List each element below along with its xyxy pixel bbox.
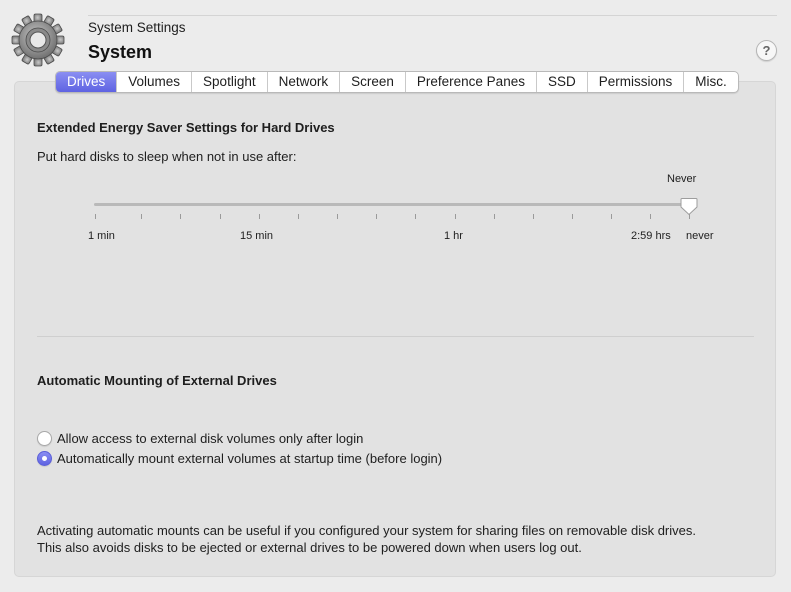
radio-mount-after-login[interactable]: Allow access to external disk volumes on… [37,431,363,446]
radio-button[interactable] [37,431,52,446]
slider-tick [337,214,338,219]
tick-label-never: never [686,230,714,242]
slider-tick [180,214,181,219]
radio-label: Allow access to external disk volumes on… [57,431,364,446]
note-line: This also avoids disks to be ejected or … [37,540,582,555]
slider-tick [220,214,221,219]
slider-tick [415,214,416,219]
slider-tick [533,214,534,219]
slider-tick [572,214,573,219]
slider-tick [376,214,377,219]
slider-tick [141,214,142,219]
slider-tick [494,214,495,219]
slider-tick [259,214,260,219]
slider-value-label: Never [667,173,697,185]
radio-label: Automatically mount external volumes at … [57,451,443,466]
slider-knob-icon[interactable] [679,196,699,216]
mounting-section-title: Automatic Mounting of External Drives [37,373,277,388]
tick-label-15-min: 15 min [240,230,274,242]
tick-label-1-hr: 1 hr [444,230,463,242]
slider-tick [95,214,96,219]
sleep-slider[interactable]: Never 1 min 15 min 1 hr 2:59 hrs never [0,0,791,260]
note-line: Activating automatic mounts can be usefu… [37,523,696,538]
radio-button-selected[interactable] [37,451,52,466]
section-divider [37,336,754,337]
slider-tick [611,214,612,219]
slider-tick [455,214,456,219]
slider-tick [650,214,651,219]
radio-mount-at-startup[interactable]: Automatically mount external volumes at … [37,451,442,466]
slider-tick [298,214,299,219]
slider-track[interactable] [94,203,690,206]
tick-label-2-59-hrs: 2:59 hrs [631,230,671,242]
tick-label-1-min: 1 min [88,230,115,242]
mounting-note: Activating automatic mounts can be usefu… [37,522,767,556]
